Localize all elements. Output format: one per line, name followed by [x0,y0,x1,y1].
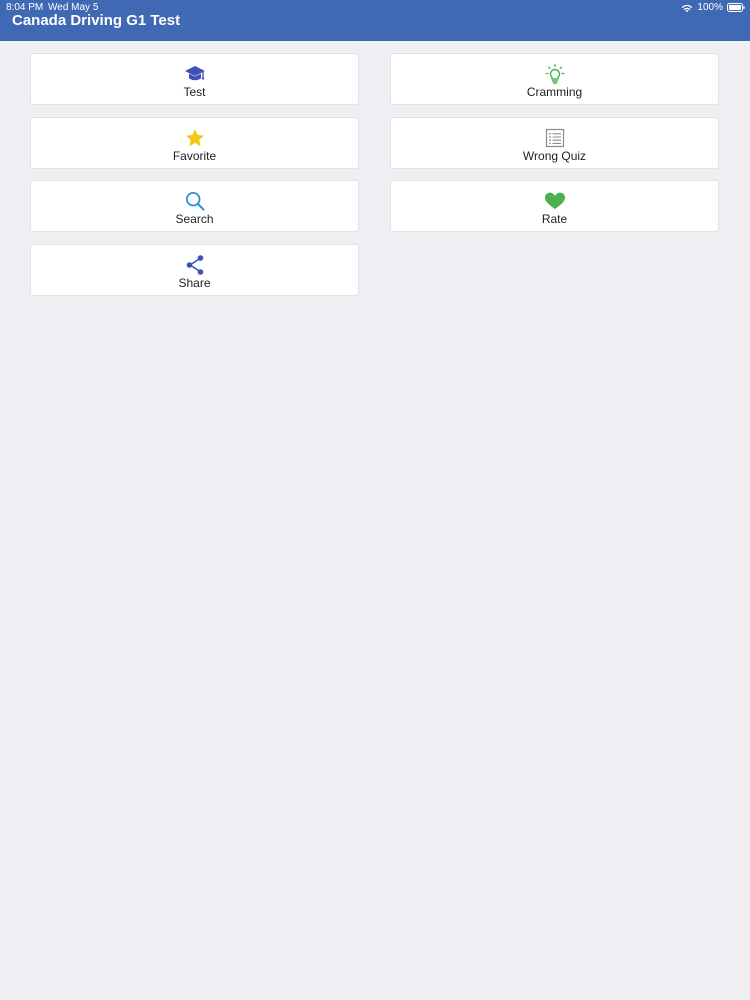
cramming-label: Cramming [526,85,583,99]
list-icon [545,128,564,148]
search-icon [185,191,204,211]
favorite-button[interactable]: Favorite [30,117,359,169]
share-label: Share [178,276,211,290]
wifi-icon [682,4,693,12]
rate-button[interactable]: Rate [390,180,719,232]
favorite-label: Favorite [172,149,217,163]
test-label: Test [183,85,206,99]
test-button[interactable]: Test [30,53,359,105]
battery-percentage: 100% [697,2,723,13]
share-button[interactable]: Share [30,244,359,296]
graduation-cap-icon [184,66,205,81]
search-button[interactable]: Search [30,180,359,232]
cramming-button[interactable]: Cramming [390,53,719,105]
battery-icon [727,3,745,12]
rate-label: Rate [541,212,568,226]
app-header: 8:04 PM Wed May 5 100% Canada Driving G1… [0,0,750,41]
search-label: Search [175,212,214,226]
heart-icon [544,192,565,209]
status-indicators: 100% [681,1,745,14]
share-icon [186,255,203,275]
lightbulb-icon [545,63,564,84]
star-icon [185,129,204,147]
page-title: Canada Driving G1 Test [12,12,181,29]
wrong-quiz-button[interactable]: Wrong Quiz [390,117,719,169]
wrong-quiz-label: Wrong Quiz [522,149,587,163]
